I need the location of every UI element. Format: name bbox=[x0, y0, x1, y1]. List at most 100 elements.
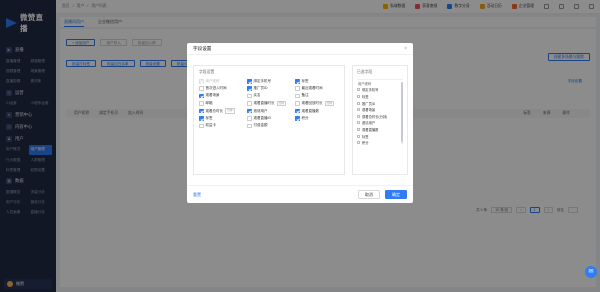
field-option[interactable]: 邀请用户 bbox=[247, 108, 295, 114]
field-checkbox[interactable] bbox=[247, 86, 252, 91]
field-checkbox[interactable] bbox=[199, 123, 204, 129]
unit-tag: 分钟 bbox=[225, 108, 235, 114]
drag-handle-icon[interactable] bbox=[357, 127, 360, 131]
field-label: 观看总时长 bbox=[205, 108, 224, 113]
field-label: 邀请用户 bbox=[253, 108, 268, 113]
field-checkbox[interactable] bbox=[247, 93, 252, 99]
cancel-button[interactable]: 取消 bbox=[358, 190, 380, 199]
field-label: 备注 bbox=[301, 93, 309, 98]
field-checkbox[interactable] bbox=[295, 93, 300, 99]
field-option[interactable]: 权益卡 bbox=[199, 123, 247, 129]
field-checkbox[interactable] bbox=[247, 108, 252, 114]
field-label: 用户昵称 bbox=[205, 79, 220, 83]
drag-handle-icon[interactable] bbox=[357, 101, 360, 105]
field-label: 标签 bbox=[205, 116, 213, 121]
field-checkbox[interactable] bbox=[247, 123, 252, 129]
selected-field-label: 观看场景 bbox=[362, 108, 376, 113]
selected-field-item[interactable]: 观看直播数× bbox=[357, 126, 403, 133]
field-option[interactable]: 观看总时长 分钟 bbox=[199, 108, 247, 114]
drag-handle-icon[interactable] bbox=[357, 88, 360, 92]
selected-field-label: 邀请用户 bbox=[362, 121, 376, 126]
modal-footer: 重置 取消 确定 bbox=[187, 185, 413, 203]
field-checkbox[interactable] bbox=[199, 101, 204, 106]
selected-fields-title: 已选字段 bbox=[357, 70, 373, 74]
unit-tag: 分钟 bbox=[324, 100, 335, 107]
selected-field-item[interactable]: 标签× bbox=[357, 93, 403, 100]
field-option[interactable]: 标签 bbox=[199, 116, 247, 121]
field-option[interactable]: 推广员ID bbox=[247, 86, 295, 91]
drag-handle-icon[interactable] bbox=[357, 134, 360, 138]
confirm-button[interactable]: 确定 bbox=[385, 190, 407, 199]
field-label: 实名 bbox=[253, 93, 261, 98]
field-option[interactable]: 绑定手机号 bbox=[247, 79, 295, 84]
field-checkbox[interactable] bbox=[247, 116, 252, 121]
field-option: 用户昵称 bbox=[199, 79, 247, 84]
field-options-title: 字段设置 bbox=[199, 70, 215, 74]
drag-handle-icon[interactable] bbox=[357, 114, 360, 118]
selected-field-item[interactable]: 观看总时长(分钟)× bbox=[357, 113, 403, 120]
drag-handle-icon[interactable] bbox=[357, 121, 360, 125]
field-checkbox[interactable] bbox=[295, 108, 300, 114]
field-label: 权益卡 bbox=[205, 123, 217, 128]
field-label: 最近观看时间 bbox=[301, 86, 323, 91]
reset-button[interactable]: 重置 bbox=[193, 192, 201, 198]
modal-title: 字段设置 bbox=[193, 45, 212, 51]
selected-field-label: 观看直播数 bbox=[362, 127, 379, 132]
selected-fields-pane: 已选字段 用户昵称绑定手机号×标签×推广员ID×观看场景×观看总时长(分钟)×邀… bbox=[352, 65, 408, 175]
field-label: 付费金额 bbox=[253, 123, 268, 128]
field-option[interactable]: 观看场景 bbox=[199, 93, 247, 99]
field-checkbox[interactable] bbox=[295, 79, 300, 84]
field-label: 观看直播数 bbox=[301, 108, 320, 113]
field-label: 首次进入时间 bbox=[205, 86, 227, 91]
field-option[interactable]: 首次进入时间 bbox=[199, 86, 247, 91]
field-option[interactable]: 实名 bbox=[247, 93, 295, 99]
selected-field-item[interactable]: 观看场景× bbox=[357, 106, 403, 113]
selected-fields-list: 用户昵称绑定手机号×标签×推广员ID×观看场景×观看总时长(分钟)×邀请用户×观… bbox=[357, 79, 403, 171]
field-option[interactable]: 观看直播数 bbox=[295, 108, 343, 114]
field-option[interactable]: 观看直播ID bbox=[247, 116, 295, 121]
selected-field-item[interactable]: 绑定手机号× bbox=[357, 87, 403, 94]
field-option[interactable]: 付费金额 bbox=[247, 123, 295, 129]
field-settings-modal: 字段设置 × 字段设置 用户昵称 绑定手机号 标签 首次进入时间 推广员ID 最近观看时间… bbox=[187, 43, 413, 203]
selected-field-item[interactable]: 标签× bbox=[357, 133, 403, 140]
selected-field-label: 标签 bbox=[362, 134, 369, 139]
close-icon[interactable]: × bbox=[404, 46, 407, 52]
unit-tag: 分钟 bbox=[276, 100, 287, 107]
field-label: 观看场景 bbox=[205, 93, 220, 98]
field-label: 观看直播ID bbox=[253, 116, 272, 121]
field-options-grid: 用户昵称 绑定手机号 标签 首次进入时间 推广员ID 最近观看时间 观看场景 实名 备注 邮箱 观看… bbox=[199, 79, 339, 129]
field-checkbox[interactable] bbox=[199, 108, 204, 114]
modal-header: 字段设置 × bbox=[187, 43, 413, 55]
field-checkbox[interactable] bbox=[247, 79, 252, 84]
selected-field-label: 积分 bbox=[362, 141, 369, 146]
field-checkbox[interactable] bbox=[247, 101, 252, 106]
chat-icon[interactable]: ✉ bbox=[585, 266, 597, 278]
field-option[interactable]: 观看直播时长 分钟 bbox=[247, 100, 295, 107]
selected-field-item[interactable]: 邀请用户× bbox=[357, 120, 403, 127]
field-option[interactable]: 标签 bbox=[295, 79, 343, 84]
selected-field-label: 推广员ID bbox=[362, 101, 376, 106]
field-option[interactable]: 观看回放时长 分钟 bbox=[295, 100, 343, 107]
field-option[interactable]: 积分 bbox=[295, 116, 343, 121]
field-label: 观看回放时长 bbox=[301, 100, 323, 105]
field-checkbox[interactable] bbox=[295, 116, 300, 121]
field-option[interactable]: 最近观看时间 bbox=[295, 86, 343, 91]
field-label: 邮箱 bbox=[205, 100, 213, 105]
field-checkbox[interactable] bbox=[295, 86, 300, 91]
field-option[interactable]: 备注 bbox=[295, 93, 343, 99]
field-label: 标签 bbox=[301, 79, 309, 83]
field-checkbox[interactable] bbox=[199, 93, 204, 99]
field-checkbox[interactable] bbox=[199, 116, 204, 121]
drag-handle-icon[interactable] bbox=[357, 108, 360, 112]
selected-field-item[interactable]: 积分 × bbox=[357, 139, 403, 146]
selected-field-label: 用户昵称 bbox=[358, 81, 372, 86]
scrollbar[interactable] bbox=[401, 82, 403, 142]
field-checkbox[interactable] bbox=[199, 86, 204, 91]
selected-field-label: 观看总时长(分钟) bbox=[362, 114, 388, 119]
field-checkbox[interactable] bbox=[295, 101, 300, 106]
drag-handle-icon[interactable] bbox=[357, 94, 360, 98]
field-label: 绑定手机号 bbox=[253, 79, 272, 83]
selected-field-item[interactable]: 推广员ID× bbox=[357, 100, 403, 107]
drag-handle-icon[interactable] bbox=[357, 141, 360, 145]
field-option[interactable]: 邮箱 bbox=[199, 101, 247, 107]
